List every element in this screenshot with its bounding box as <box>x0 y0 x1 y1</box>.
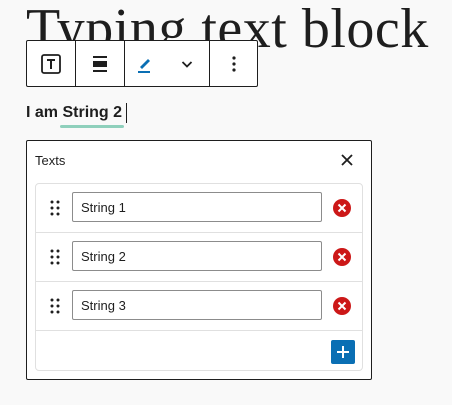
remove-icon[interactable] <box>332 296 352 316</box>
list-item <box>36 184 362 233</box>
string-input[interactable] <box>72 290 322 320</box>
popover-header: Texts <box>27 141 371 179</box>
toolbar-group-align <box>76 41 125 86</box>
drag-handle-icon[interactable] <box>48 296 62 316</box>
more-vertical-icon <box>232 55 236 72</box>
list-item <box>36 233 362 282</box>
block-type-button[interactable] <box>27 41 75 86</box>
typed-word-underline <box>60 125 125 128</box>
typing-text-content[interactable]: I am String 2 <box>26 103 128 128</box>
add-row <box>36 331 362 374</box>
typed-word: String 2 <box>60 104 125 128</box>
toolbar-group-format <box>125 41 210 86</box>
close-button[interactable] <box>337 150 357 170</box>
close-icon <box>341 154 353 166</box>
text-block-icon <box>41 53 61 74</box>
add-string-button[interactable] <box>331 340 355 364</box>
align-button[interactable] <box>76 41 124 86</box>
block-toolbar <box>26 40 258 87</box>
typed-word-text: String 2 <box>62 104 123 121</box>
more-rich-text-button[interactable] <box>165 41 209 86</box>
remove-icon[interactable] <box>332 247 352 267</box>
plus-icon <box>337 346 349 358</box>
highlight-button[interactable] <box>125 41 165 86</box>
pen-icon <box>138 58 150 73</box>
string-input[interactable] <box>72 192 322 222</box>
options-button[interactable] <box>210 41 258 86</box>
string-input[interactable] <box>72 241 322 271</box>
popover-title: Texts <box>35 152 66 168</box>
align-center-icon <box>93 55 107 72</box>
texts-popover: Texts <box>26 140 372 380</box>
texts-list <box>35 183 363 371</box>
chevron-down-icon <box>181 60 193 68</box>
drag-handle-icon[interactable] <box>48 247 62 267</box>
remove-icon[interactable] <box>332 198 352 218</box>
typed-prefix: I am <box>26 104 63 121</box>
typing-caret <box>126 103 128 123</box>
list-item <box>36 282 362 331</box>
toolbar-group-more <box>210 41 258 86</box>
toolbar-group-type <box>27 41 76 86</box>
drag-handle-icon[interactable] <box>48 198 62 218</box>
